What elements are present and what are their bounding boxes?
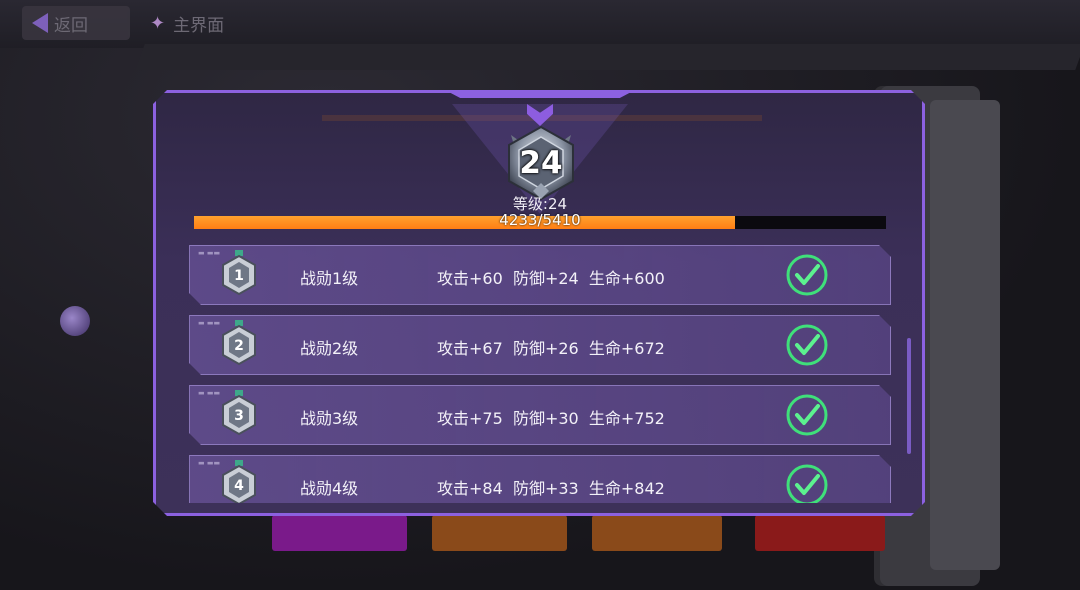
check-circle-icon [785,253,829,297]
row-title: 战勋2级 [300,339,359,358]
back-button-label: 返回 [54,15,88,36]
row-stats: 攻击+75 防御+30 生命+752 [437,409,665,428]
row-stats: 攻击+67 防御+26 生命+672 [437,339,665,358]
panel-top-notch [445,90,635,98]
background-card [592,515,722,551]
background-card [272,515,407,551]
background-card-stack-front [930,100,1000,570]
row-stats: 攻击+60 防御+24 生命+600 [437,269,665,288]
background-card [755,515,885,551]
medal-rank-number: 3 [234,408,244,424]
medal-rank-number: 2 [234,338,244,354]
row-tag-decor: ▬ ▬▬ [198,319,221,327]
list-item[interactable]: ▬ ▬▬ 4 战勋4级 攻击+84 防御+33 生命+842 [189,455,891,503]
row-tag-decor: ▬ ▬▬ [198,389,221,397]
level-number: 24 [519,145,563,181]
check-circle-icon [785,463,829,503]
medal-icon: 1 [220,250,258,300]
background-band [135,44,1080,70]
list-item[interactable]: ▬ ▬▬ 2 战勋2级 攻击+67 防御+26 生命+672 [189,315,891,375]
medal-icon: 3 [220,390,258,440]
row-stats: 攻击+84 防御+33 生命+842 [437,479,665,498]
medal-level-list[interactable]: ▬ ▬▬ 1 战勋1级 攻击+60 防御+24 生命+600 ▬ ▬▬ 2 战勋2级 攻击+6… [189,245,891,503]
check-circle-icon [785,323,829,367]
main-menu-button[interactable]: ✦ 主界面 [150,8,224,38]
row-tag-decor: ▬ ▬▬ [198,459,221,467]
main-menu-label: 主界面 [173,15,225,36]
star-icon: ✦ [150,12,166,34]
experience-progress-text: 4233/5410 [499,211,581,229]
medal-rank-number: 4 [234,478,244,494]
back-arrow-icon [32,13,48,33]
background-card [432,515,567,551]
row-title: 战勋1级 [300,269,359,288]
medal-icon: 2 [220,320,258,370]
list-scrollbar[interactable] [907,338,911,454]
row-title: 战勋3级 [300,409,359,428]
row-tag-decor: ▬ ▬▬ [198,249,221,257]
background-orb-icon [60,306,90,336]
medal-icon: 4 [220,460,258,503]
row-title: 战勋4级 [300,479,359,498]
list-item[interactable]: ▬ ▬▬ 1 战勋1级 攻击+60 防御+24 生命+600 [189,245,891,305]
check-circle-icon [785,393,829,437]
medal-rank-number: 1 [234,268,244,284]
list-item[interactable]: ▬ ▬▬ 3 战勋3级 攻击+75 防御+30 生命+752 [189,385,891,445]
back-button[interactable]: 返回 [22,6,130,40]
